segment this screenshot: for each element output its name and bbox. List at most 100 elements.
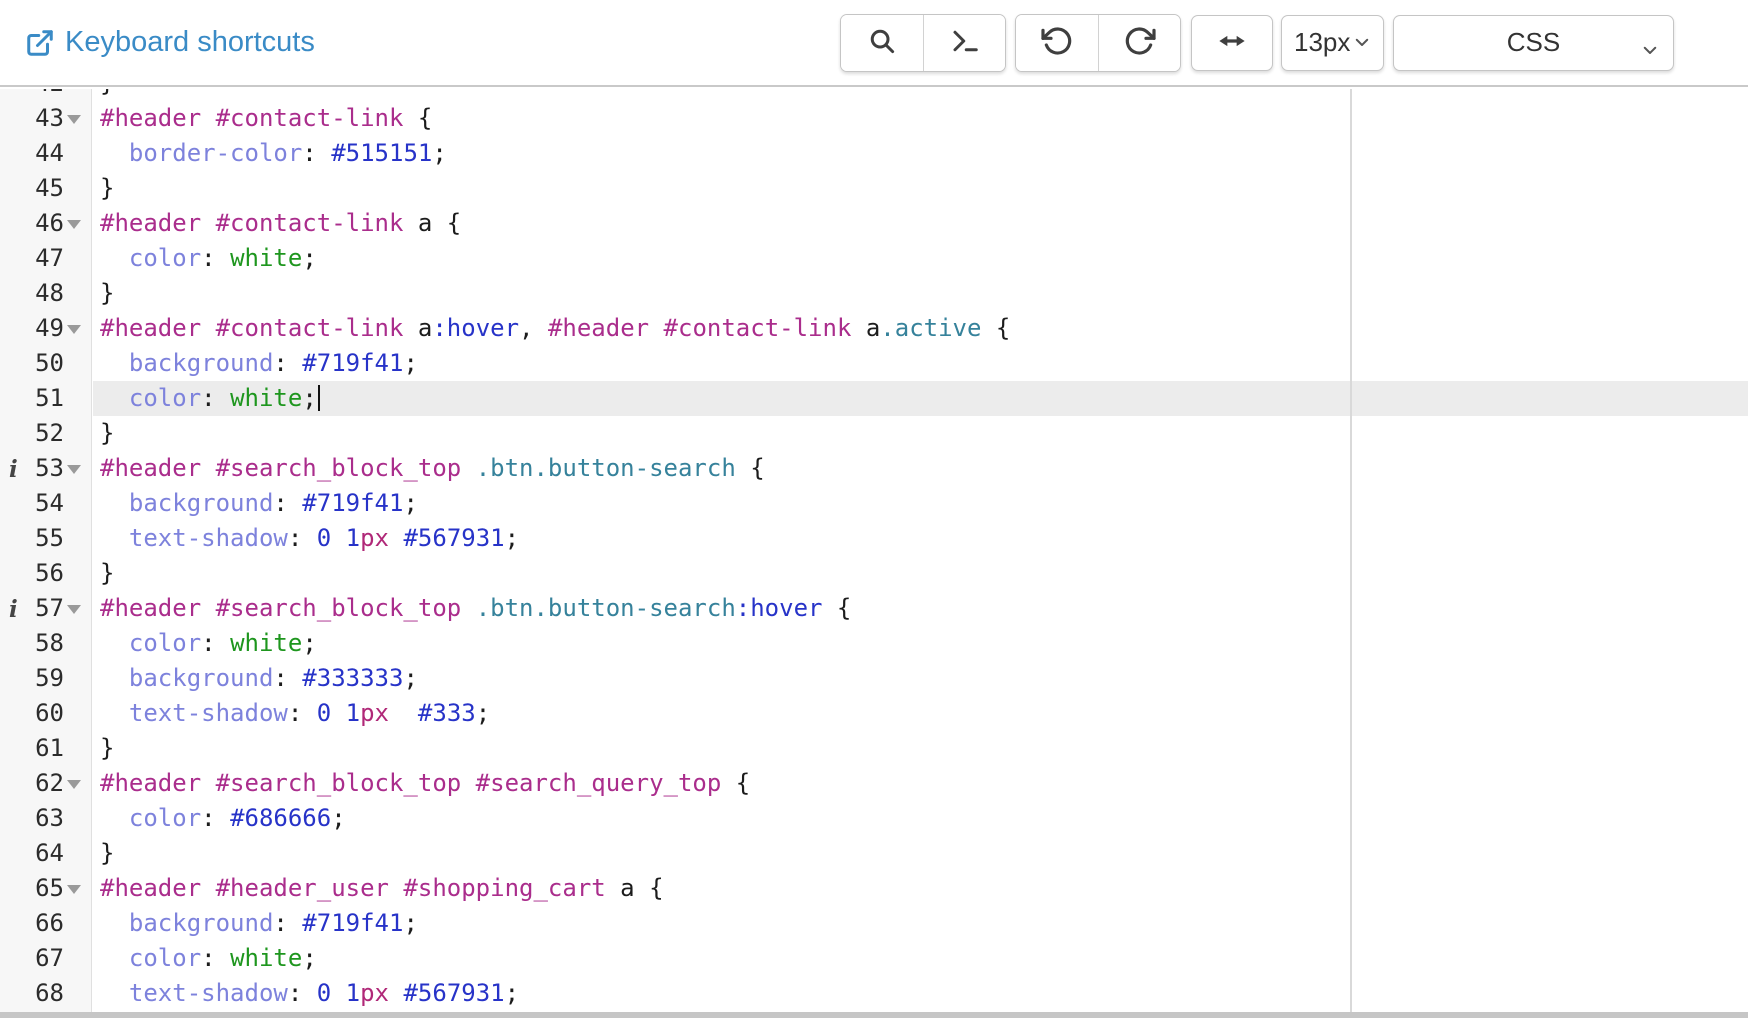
code-line[interactable]: } bbox=[93, 836, 1748, 871]
token-plain bbox=[389, 524, 403, 552]
token-plain: : bbox=[273, 909, 302, 937]
line-number: 67 bbox=[35, 941, 64, 976]
code-line[interactable]: #header #contact-link a { bbox=[93, 206, 1748, 241]
token-value: #515151 bbox=[331, 139, 432, 167]
code-line[interactable]: } bbox=[93, 731, 1748, 766]
line-number: 66 bbox=[35, 906, 64, 941]
line-number: 49 bbox=[35, 311, 64, 346]
token-plain: a { bbox=[403, 209, 461, 237]
column-ruler bbox=[1350, 89, 1352, 1012]
token-plain: : bbox=[201, 629, 230, 657]
code-line[interactable]: background: #719f41; bbox=[93, 906, 1748, 941]
token-plain: : bbox=[273, 489, 302, 517]
code-line[interactable]: border-color: #515151; bbox=[93, 136, 1748, 171]
code-line[interactable]: #header #search_block_top #search_query_… bbox=[93, 766, 1748, 801]
fold-arrow-icon[interactable] bbox=[67, 115, 81, 124]
code-line[interactable]: color: white; bbox=[93, 626, 1748, 661]
terminal-icon bbox=[950, 26, 980, 59]
gutter-row: 65 bbox=[0, 871, 92, 906]
token-value: 1 bbox=[346, 979, 360, 1007]
external-link-icon bbox=[25, 28, 55, 58]
token-plain: : bbox=[288, 524, 317, 552]
token-plain: ; bbox=[476, 699, 490, 727]
line-number: 44 bbox=[35, 136, 64, 171]
code-line[interactable]: #header #contact-link a:hover, #header #… bbox=[93, 311, 1748, 346]
token-plain: ; bbox=[432, 139, 446, 167]
code-line[interactable]: background: #719f41; bbox=[93, 486, 1748, 521]
fold-arrow-icon[interactable] bbox=[67, 780, 81, 789]
fold-arrow-icon[interactable] bbox=[67, 220, 81, 229]
token-qualifier: .btn.button-search bbox=[476, 454, 736, 482]
search-button[interactable] bbox=[841, 15, 923, 71]
token-value: :hover bbox=[736, 594, 823, 622]
code-line[interactable]: } bbox=[93, 89, 1748, 101]
code-line[interactable]: } bbox=[93, 416, 1748, 451]
token-plain bbox=[331, 524, 345, 552]
code-line[interactable]: background: #719f41; bbox=[93, 346, 1748, 381]
token-selector: #header #search_block_top bbox=[100, 594, 461, 622]
command-line-button[interactable] bbox=[923, 15, 1005, 71]
redo-button[interactable] bbox=[1098, 15, 1180, 71]
line-number: 46 bbox=[35, 206, 64, 241]
language-mode-select[interactable]: CSS bbox=[1393, 15, 1674, 71]
undo-button[interactable] bbox=[1016, 15, 1098, 71]
token-keyword: white bbox=[230, 944, 302, 972]
code-line[interactable]: #header #search_block_top .btn.button-se… bbox=[93, 591, 1748, 626]
token-selector: #header #search_block_top #search_query_… bbox=[100, 769, 721, 797]
toggle-editor-width-button[interactable] bbox=[1191, 15, 1273, 71]
fold-arrow-icon[interactable] bbox=[67, 885, 81, 894]
token-plain: ; bbox=[403, 349, 417, 377]
horizontal-scrollbar[interactable] bbox=[0, 1012, 1748, 1018]
code-line[interactable]: color: white; bbox=[93, 241, 1748, 276]
language-mode-value: CSS bbox=[1507, 27, 1560, 58]
token-plain: : bbox=[201, 804, 230, 832]
code-line[interactable]: text-shadow: 0 1px #567931; bbox=[93, 521, 1748, 556]
token-plain: { bbox=[822, 594, 851, 622]
code-line[interactable]: text-shadow: 0 1px #333; bbox=[93, 696, 1748, 731]
code-line[interactable]: background: #333333; bbox=[93, 661, 1748, 696]
redo-icon bbox=[1124, 25, 1156, 60]
gutter-row: 63 bbox=[0, 801, 92, 836]
code-line-active[interactable]: color: white; bbox=[93, 381, 1748, 416]
token-property: background bbox=[100, 909, 273, 937]
token-value: #333 bbox=[418, 699, 476, 727]
fold-arrow-icon[interactable] bbox=[67, 465, 81, 474]
code-line[interactable]: } bbox=[93, 276, 1748, 311]
line-number: 53 bbox=[35, 451, 64, 486]
fold-arrow-icon[interactable] bbox=[67, 325, 81, 334]
code-editor[interactable]: 4243444546474849505152i53545556i57585960… bbox=[0, 89, 1748, 1012]
token-plain bbox=[331, 979, 345, 1007]
gutter-row: 61 bbox=[0, 731, 92, 766]
gutter-row: 62 bbox=[0, 766, 92, 801]
gutter-row: 60 bbox=[0, 696, 92, 731]
line-number: 64 bbox=[35, 836, 64, 871]
lint-info-icon[interactable]: i bbox=[9, 594, 18, 629]
font-size-value: 13px bbox=[1294, 27, 1350, 58]
token-property: color bbox=[100, 944, 201, 972]
gutter-row: i57 bbox=[0, 591, 92, 626]
fold-arrow-icon[interactable] bbox=[67, 605, 81, 614]
lint-info-icon[interactable]: i bbox=[9, 454, 18, 489]
font-size-select[interactable]: 13px bbox=[1281, 15, 1384, 71]
code-line[interactable]: #header #header_user #shopping_cart a { bbox=[93, 871, 1748, 906]
gutter-row: 47 bbox=[0, 241, 92, 276]
code-line[interactable]: color: white; bbox=[93, 941, 1748, 976]
token-plain bbox=[461, 454, 475, 482]
keyboard-shortcuts-link[interactable]: Keyboard shortcuts bbox=[25, 26, 315, 59]
token-plain: ; bbox=[302, 244, 316, 272]
line-number: 54 bbox=[35, 486, 64, 521]
code-line[interactable]: #header #search_block_top .btn.button-se… bbox=[93, 451, 1748, 486]
token-value: #567931 bbox=[403, 524, 504, 552]
code-line[interactable]: #header #contact-link { bbox=[93, 101, 1748, 136]
horizontal-resize-icon bbox=[1216, 25, 1248, 60]
code-line[interactable]: color: #686666; bbox=[93, 801, 1748, 836]
code-line[interactable]: } bbox=[93, 556, 1748, 591]
token-plain: a bbox=[851, 314, 880, 342]
line-number: 47 bbox=[35, 241, 64, 276]
gutter-row: 56 bbox=[0, 556, 92, 591]
code-line[interactable]: } bbox=[93, 171, 1748, 206]
token-plain: : bbox=[288, 699, 317, 727]
gutter-row: 42 bbox=[0, 89, 92, 101]
token-selector: #header #contact-link bbox=[548, 314, 851, 342]
code-line[interactable]: text-shadow: 0 1px #567931; bbox=[93, 976, 1748, 1011]
